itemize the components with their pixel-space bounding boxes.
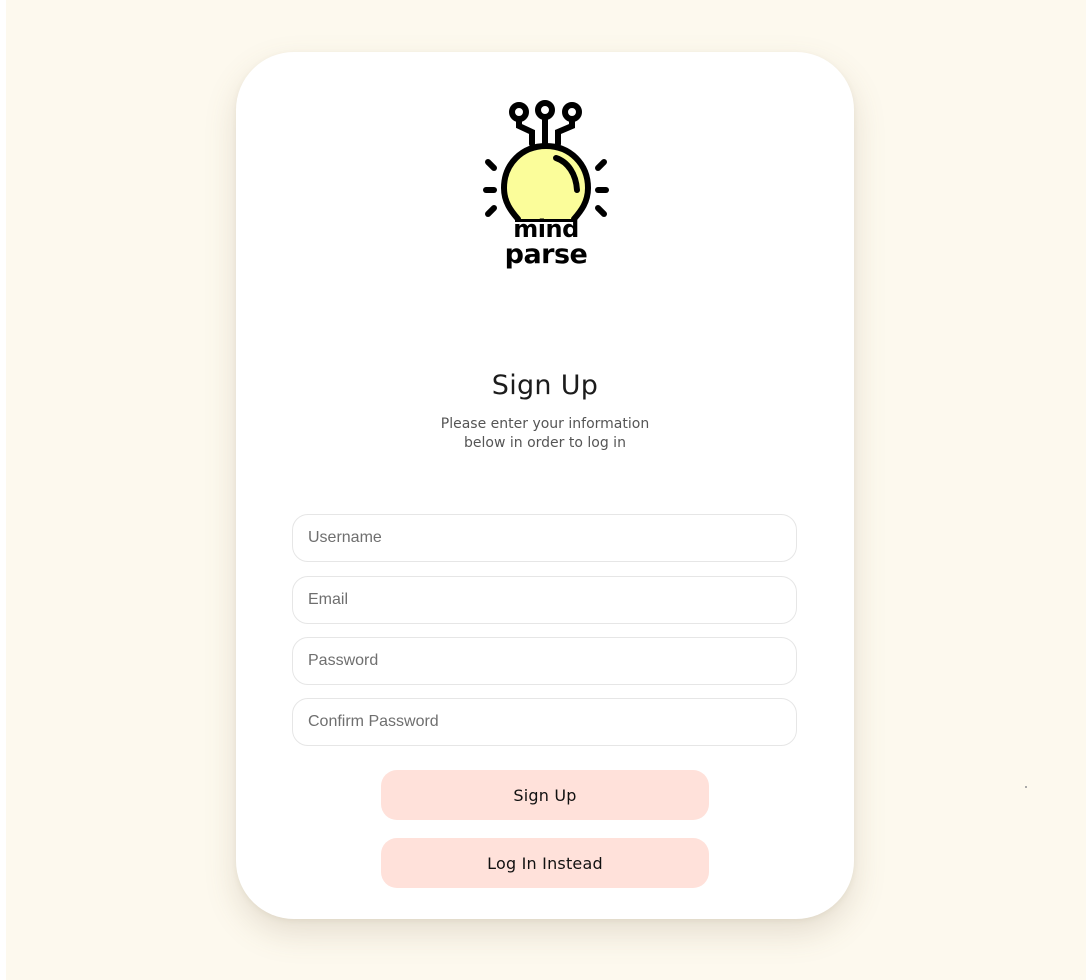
username-input[interactable] [292,514,797,562]
subtitle-line-1: Please enter your information [440,416,650,432]
stray-dot [1025,786,1027,788]
app-logo: mind parse [482,98,610,274]
log-in-instead-button[interactable]: Log In Instead [381,838,709,888]
subtitle-line-2: below in order to log in [464,435,626,451]
password-input[interactable] [292,637,797,685]
logo-text-parse: parse [504,239,588,270]
lightbulb-neck-icon [482,266,610,316]
signup-card: mind parse Sign Up Please enter your inf… [236,52,854,919]
page-title: Sign Up [491,370,599,401]
sign-up-button[interactable]: Sign Up [381,770,709,820]
page-subtitle: Please enter your information below in o… [236,415,854,453]
email-input[interactable] [292,576,797,624]
confirm-password-input[interactable] [292,698,797,746]
lightbulb-icon [483,100,609,222]
